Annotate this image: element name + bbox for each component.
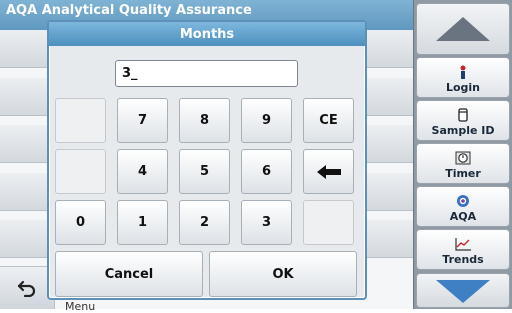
menu-label: Menu: [65, 300, 96, 313]
app-header-title: AQA Analytical Quality Assurance: [6, 3, 252, 18]
scroll-up-button[interactable]: [416, 3, 510, 55]
scroll-down-button[interactable]: [416, 273, 510, 308]
sidebar-item-timer[interactable]: Timer: [416, 143, 510, 184]
person-icon: [458, 65, 468, 81]
ok-button[interactable]: OK: [209, 251, 357, 297]
key-4[interactable]: 4: [117, 149, 168, 194]
sidebar-item-label: Trends: [442, 253, 484, 266]
sidebar-item-aqa[interactable]: AQA: [416, 186, 510, 227]
months-input[interactable]: 3_: [115, 60, 298, 87]
sidebar-item-sample-id[interactable]: Sample ID: [416, 100, 510, 141]
trend-chart-icon: [454, 237, 472, 253]
key-3[interactable]: 3: [241, 200, 292, 245]
left-arrow-icon: [316, 164, 341, 179]
sidebar-item-label: Sample ID: [431, 124, 495, 137]
key-7[interactable]: 7: [117, 98, 168, 143]
key-0[interactable]: 0: [55, 200, 106, 245]
sidebar-item-label: Timer: [445, 167, 481, 180]
key-6[interactable]: 6: [241, 149, 292, 194]
key-2[interactable]: 2: [179, 200, 230, 245]
cancel-button[interactable]: Cancel: [55, 251, 203, 297]
aqa-icon: [456, 194, 470, 210]
sample-vial-icon: [457, 108, 469, 124]
sidebar-item-label: Login: [445, 81, 481, 94]
sidebar-item-trends[interactable]: Trends: [416, 229, 510, 270]
blank-key: [303, 200, 354, 245]
timer-icon: [455, 151, 471, 167]
blank-key: [55, 149, 106, 194]
key-8[interactable]: 8: [179, 98, 230, 143]
backspace-key[interactable]: [303, 149, 354, 194]
blank-key: [55, 98, 106, 143]
key-5[interactable]: 5: [179, 149, 230, 194]
months-dialog: Months 3_ 7 8 9 CE 4 5 6 0 1 2 3 Cancel …: [47, 20, 367, 300]
dialog-title: Months: [49, 22, 365, 46]
triangle-up-icon: [436, 17, 490, 41]
instrument-screen: AQA Analytical Quality Assurance Menu Lo…: [0, 0, 512, 313]
triangle-down-icon: [436, 279, 490, 303]
sidebar-item-label: AQA: [449, 210, 477, 223]
undo-arrow-icon: [17, 280, 36, 297]
key-9[interactable]: 9: [241, 98, 292, 143]
sidebar-item-login[interactable]: Login: [416, 57, 510, 98]
clear-entry-key[interactable]: CE: [303, 98, 354, 143]
key-1[interactable]: 1: [117, 200, 168, 245]
